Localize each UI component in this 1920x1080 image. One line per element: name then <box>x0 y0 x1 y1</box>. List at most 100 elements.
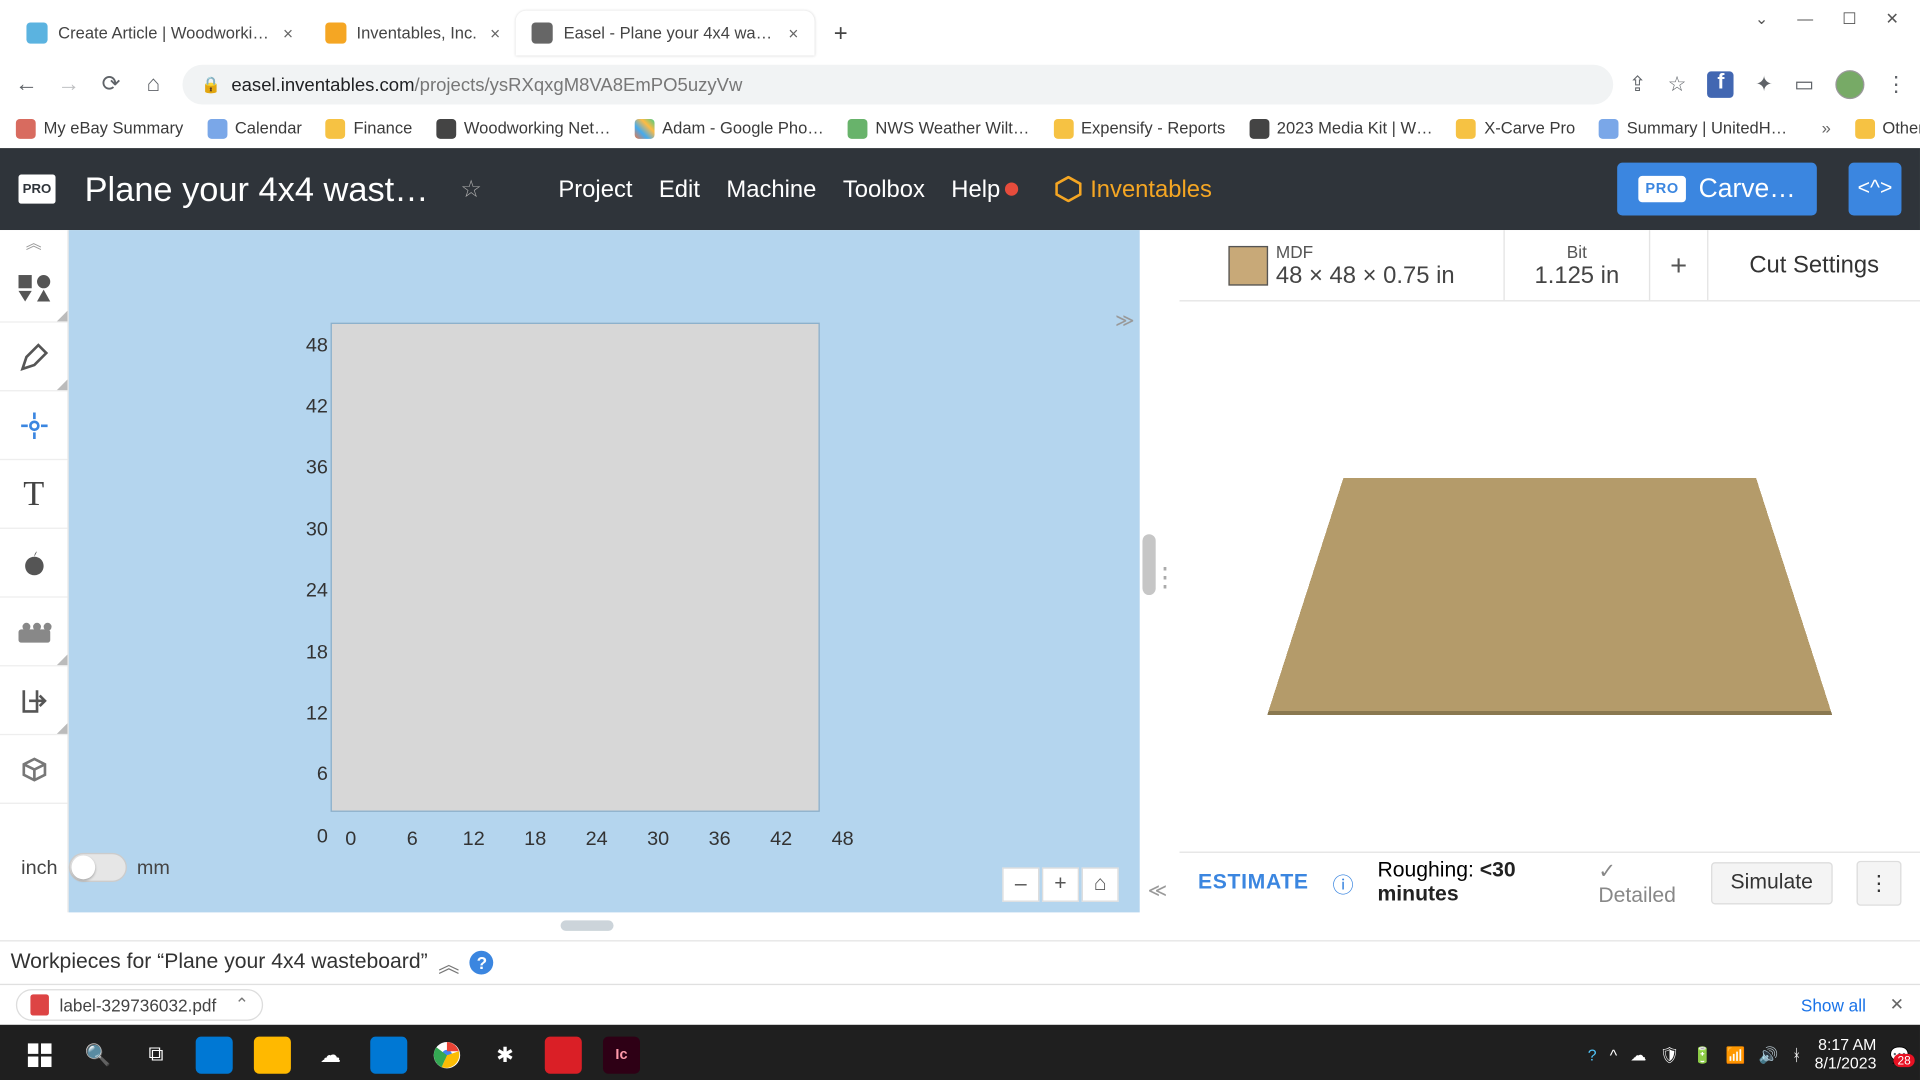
window-dropdown-icon[interactable]: ⌄ <box>1755 9 1768 28</box>
menu-machine[interactable]: Machine <box>726 175 816 203</box>
material-selector[interactable]: MDF 48 × 48 × 0.75 in <box>1179 230 1504 300</box>
material-sheet[interactable] <box>331 323 820 812</box>
volume-tray-icon[interactable]: 🔊 <box>1759 1046 1779 1065</box>
menu-project[interactable]: Project <box>558 175 632 203</box>
help-tray-icon[interactable]: ? <box>1588 1046 1597 1065</box>
share-icon[interactable]: ⇪ <box>1629 71 1647 97</box>
bluetooth-tray-icon[interactable]: ᚼ <box>1792 1046 1802 1065</box>
downloads-shelf: label-329736032.pdf ⌃ Show all ✕ <box>0 984 1920 1025</box>
window-maximize-icon[interactable]: ☐ <box>1842 9 1856 28</box>
battery-tray-icon[interactable]: 🔋 <box>1693 1046 1713 1065</box>
help-icon[interactable]: ? <box>470 951 494 975</box>
start-button[interactable] <box>21 1037 58 1074</box>
grip-icon[interactable] <box>1152 561 1168 614</box>
edge-app-icon[interactable] <box>196 1037 233 1074</box>
mm-label[interactable]: mm <box>137 856 170 878</box>
download-item[interactable]: label-329736032.pdf ⌃ <box>16 989 264 1021</box>
close-icon[interactable]: × <box>490 23 500 43</box>
window-minimize-icon[interactable]: — <box>1797 9 1813 28</box>
bookmark-google-photos[interactable]: Adam - Google Pho… <box>634 118 823 138</box>
show-all-downloads[interactable]: Show all <box>1801 995 1866 1015</box>
chevron-up-icon[interactable]: ︽ <box>438 947 459 979</box>
design-canvas[interactable]: 48 42 36 30 24 18 12 6 0 0 6 12 18 24 30… <box>69 230 1140 912</box>
add-bit-button[interactable]: + <box>1650 230 1708 300</box>
close-icon[interactable]: × <box>283 23 293 43</box>
creative-cloud-icon[interactable] <box>545 1037 582 1074</box>
search-button[interactable]: 🔍 <box>79 1037 116 1074</box>
bookmark-label: Other bookmarks <box>1882 119 1920 138</box>
bookmark-calendar[interactable]: Calendar <box>207 118 302 138</box>
3d-tool[interactable] <box>0 735 67 804</box>
window-close-icon[interactable]: ✕ <box>1886 9 1899 28</box>
bookmark-media-kit[interactable]: 2023 Media Kit | W… <box>1249 118 1433 138</box>
close-icon[interactable]: × <box>788 23 798 43</box>
chevron-up-tray-icon[interactable]: ^ <box>1610 1046 1617 1065</box>
onedrive-tray-icon[interactable]: ☁ <box>1630 1046 1646 1065</box>
expand-panel-icon[interactable]: ≫ <box>1115 309 1134 331</box>
bit-selector[interactable]: Bit 1.125 in <box>1505 230 1650 300</box>
project-title[interactable]: Plane your 4x4 wast… <box>85 169 429 210</box>
reload-button[interactable]: ⟳ <box>98 71 124 97</box>
bookmark-star-icon[interactable]: ☆ <box>1668 71 1687 97</box>
menu-help[interactable]: Help <box>951 175 1018 203</box>
home-button[interactable]: ⌂ <box>140 71 166 97</box>
security-tray-icon[interactable]: 🛡 <box>1660 1046 1680 1065</box>
text-tool[interactable]: T <box>0 460 67 529</box>
task-view-button[interactable]: ⧉ <box>138 1037 175 1074</box>
close-icon[interactable]: ✕ <box>1890 994 1904 1015</box>
cloud-app-icon[interactable]: ☁ <box>312 1037 349 1074</box>
chrome-menu-icon[interactable]: ⋮ <box>1886 71 1907 97</box>
other-bookmarks[interactable]: Other bookmarks <box>1855 118 1920 138</box>
forward-button[interactable]: → <box>56 71 82 97</box>
panel-divider[interactable]: ≪ <box>1140 230 1180 912</box>
cut-settings-button[interactable]: Cut Settings <box>1708 230 1920 300</box>
url-input[interactable]: 🔒 easel.inventables.com/projects/ysRXqxg… <box>182 65 1612 105</box>
collapse-tools-icon[interactable]: ︽ <box>0 230 67 254</box>
shapes-tool[interactable] <box>0 254 67 323</box>
bookmark-finance[interactable]: Finance <box>326 118 413 138</box>
notifications-button[interactable]: 💬28 <box>1890 1046 1910 1065</box>
tab-woodworking[interactable]: Create Article | Woodworking Ne × <box>11 11 309 56</box>
new-tab-button[interactable]: + <box>822 15 859 52</box>
explorer-app-icon[interactable] <box>254 1037 291 1074</box>
pen-tool[interactable] <box>0 323 67 392</box>
units-toggle[interactable] <box>68 853 126 882</box>
bookmarks-overflow-icon[interactable]: » <box>1822 119 1831 138</box>
horizontal-scrollbar[interactable] <box>561 920 614 931</box>
outlook-app-icon[interactable] <box>370 1037 407 1074</box>
profile-avatar-icon[interactable] <box>1835 70 1864 99</box>
tab-easel[interactable]: Easel - Plane your 4x4 wasteboar × <box>516 11 814 56</box>
workspace: ︽ T 48 <box>0 230 1920 912</box>
gcode-button[interactable]: <^> <box>1849 163 1902 216</box>
menu-toolbox[interactable]: Toolbox <box>843 175 925 203</box>
wifi-tray-icon[interactable]: 📶 <box>1726 1046 1746 1065</box>
back-button[interactable]: ← <box>13 71 39 97</box>
apps-tool[interactable] <box>0 529 67 598</box>
inch-label[interactable]: inch <box>21 856 57 878</box>
3d-preview[interactable] <box>1179 301 1919 851</box>
drill-tool[interactable] <box>0 391 67 460</box>
bookmark-xcarve[interactable]: X-Carve Pro <box>1456 118 1575 138</box>
facebook-ext-icon[interactable]: f <box>1708 71 1734 97</box>
chrome-app-icon[interactable] <box>428 1037 465 1074</box>
favorite-star-icon[interactable]: ☆ <box>460 175 481 203</box>
bookmark-nws[interactable]: NWS Weather Wilt… <box>848 118 1030 138</box>
bookmark-ebay[interactable]: My eBay Summary <box>16 118 183 138</box>
bookmark-woodworking[interactable]: Woodworking Net… <box>436 118 610 138</box>
inventables-logo[interactable]: Inventables <box>1056 175 1212 203</box>
bookmark-united[interactable]: Summary | UnitedH… <box>1599 118 1787 138</box>
chevron-up-icon[interactable]: ⌃ <box>235 994 249 1015</box>
extensions-icon[interactable]: ✦ <box>1755 71 1773 97</box>
workpieces-bar[interactable]: Workpieces for “Plane your 4x4 wasteboar… <box>0 940 1920 984</box>
menu-edit[interactable]: Edit <box>659 175 700 203</box>
slack-app-icon[interactable]: ✱ <box>487 1037 524 1074</box>
incopy-app-icon[interactable]: Ic <box>603 1037 640 1074</box>
sidepanel-icon[interactable]: ▭ <box>1794 71 1814 97</box>
system-clock[interactable]: 8:17 AM 8/1/2023 <box>1815 1037 1877 1073</box>
tab-inventables[interactable]: Inventables, Inc. × <box>309 11 516 56</box>
lego-tool[interactable] <box>0 598 67 667</box>
bookmark-expensify[interactable]: Expensify - Reports <box>1053 118 1225 138</box>
carve-button[interactable]: PRO Carve… <box>1618 163 1817 216</box>
material-bar: MDF 48 × 48 × 0.75 in Bit 1.125 in + Cut… <box>1179 230 1919 301</box>
import-tool[interactable] <box>0 666 67 735</box>
